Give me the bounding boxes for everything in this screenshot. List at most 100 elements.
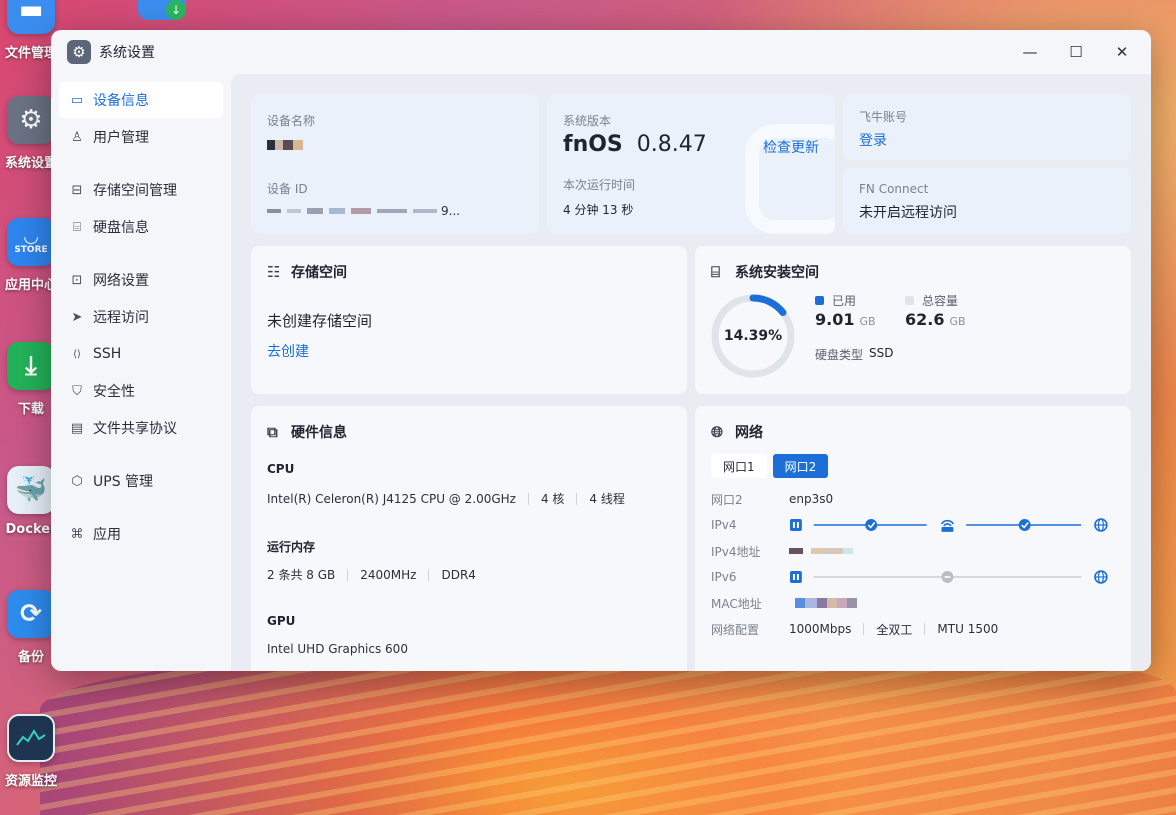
sidebar-item-disk-info[interactable]: ⌸ 硬盘信息	[59, 209, 223, 245]
total-swatch	[905, 296, 914, 305]
cpu-heading: CPU	[267, 462, 295, 476]
router-icon	[941, 519, 955, 532]
login-link[interactable]: 登录	[859, 130, 887, 150]
disk-type-row: 硬盘类型 SSD	[815, 346, 894, 363]
hardware-card: ⧉ 硬件信息 CPU Intel(R) Celeron(R) J4125 CPU…	[251, 406, 687, 671]
ipv4-label: IPv4	[711, 518, 737, 532]
code-icon: ⟨⟩	[73, 348, 81, 360]
sidebar-item-label: 文件共享协议	[93, 421, 177, 437]
title-bar[interactable]: ⚙ 系统设置 — ☐ ✕	[51, 30, 1151, 74]
used-unit: GB	[859, 315, 876, 328]
hardware-icon: ⧉	[267, 423, 278, 441]
download-icon: ⤓	[7, 342, 55, 390]
disk-icon: ⌸	[73, 219, 81, 235]
sidebar-item-device-info[interactable]: ▭ 设备信息	[59, 82, 223, 118]
ipv4-address-redacted	[789, 548, 853, 554]
gpu-heading: GPU	[267, 614, 296, 628]
window-title: 系统设置	[99, 45, 155, 61]
store-tile-text: STORE	[14, 245, 48, 255]
fn-connect-value: 未开启远程访问	[859, 205, 957, 221]
ipv4-address-label: IPv4地址	[711, 544, 761, 559]
user-icon: ♙	[71, 129, 83, 145]
close-button[interactable]: ✕	[1099, 36, 1145, 68]
iface-row: 网口2 enp3s0	[711, 489, 1115, 509]
os-name: fnOS	[563, 132, 623, 157]
sidebar-item-ups[interactable]: ⬡ UPS 管理	[59, 463, 223, 499]
send-icon: ➤	[71, 309, 83, 325]
memory-size: 2 条共 8 GB	[267, 568, 336, 582]
memory-row: 2 条共 8 GB 2400MHz DDR4	[267, 566, 476, 583]
check-update-link[interactable]: 检查更新	[763, 137, 819, 157]
total-unit: GB	[949, 315, 966, 328]
check-icon	[865, 519, 878, 531]
network-port-tabs: 网口1 网口2	[711, 454, 829, 478]
cpu-row: Intel(R) Celeron(R) J4125 CPU @ 2.00GHz …	[267, 490, 625, 507]
gear-icon: ⚙	[7, 96, 55, 144]
device-id-label: 设备 ID	[267, 182, 308, 196]
storage-card: ☷ 存储空间 未创建存储空间 去创建	[251, 246, 687, 394]
maximize-button[interactable]: ☐	[1053, 36, 1099, 68]
tab-port-2[interactable]: 网口2	[772, 454, 829, 478]
cpu-threads: 4 线程	[589, 492, 625, 506]
desktop-icon-resource-monitor[interactable]: 资源监控	[0, 714, 71, 789]
mac-label: MAC地址	[711, 596, 762, 611]
duplex-mode: 全双工	[876, 622, 913, 637]
storage-empty-text: 未创建存储空间	[267, 312, 373, 330]
hardware-title-text: 硬件信息	[291, 425, 347, 441]
monitor-chart-icon	[7, 714, 55, 762]
network-config-values: 1000Mbps 全双工 MTU 1500	[789, 621, 998, 638]
iface-value: enp3s0	[789, 492, 834, 506]
memory-type: DDR4	[441, 567, 476, 582]
sidebar-item-storage-management[interactable]: ⊟ 存储空间管理	[59, 172, 223, 208]
sidebar-item-ssh[interactable]: ⟨⟩ SSH	[59, 336, 223, 372]
server-icon: ☷	[267, 263, 281, 281]
desktop-icon-download-manager[interactable]: ↓	[138, 0, 186, 20]
hardware-title: ⧉ 硬件信息	[267, 422, 347, 442]
total-label: 总容量	[922, 294, 959, 308]
total-legend: 总容量	[905, 292, 958, 309]
sidebar-item-label: 应用	[93, 527, 121, 543]
os-version: 0.8.47	[636, 132, 707, 157]
link-speed: 1000Mbps	[789, 622, 852, 636]
sidebar-item-apps[interactable]: ⌘ 应用	[59, 516, 223, 552]
monitor-icon: ▭	[70, 92, 84, 108]
file-icon: ▤	[70, 420, 84, 436]
sidebar-item-label: 硬盘信息	[93, 220, 149, 236]
device-id-value: 9...	[267, 204, 460, 218]
network-icon: ⊡	[71, 272, 83, 288]
memory-speed: 2400MHz	[360, 567, 417, 582]
tab-port-1[interactable]: 网口1	[711, 454, 767, 478]
cpu-cores: 4 核	[540, 492, 565, 506]
used-value-row: 9.01 GB	[815, 310, 876, 329]
create-storage-link[interactable]: 去创建	[267, 341, 309, 361]
shield-icon: ⛉	[72, 383, 82, 399]
sidebar-item-user-management[interactable]: ♙ 用户管理	[59, 119, 223, 155]
fn-connect-card: FN Connect 未开启远程访问	[843, 168, 1131, 234]
sidebar-item-label: 设备信息	[93, 93, 149, 109]
settings-window: ⚙ 系统设置 — ☐ ✕ ▭ 设备信息 ♙ 用户管理 ⊟ 存储空间管理 ⌸ 硬盘…	[51, 30, 1151, 671]
download-badge-icon: ↓	[166, 0, 186, 20]
sidebar-item-file-sharing[interactable]: ▤ 文件共享协议	[59, 410, 223, 446]
store-icon: ◡ STORE	[7, 218, 55, 266]
ipv4-row: IPv4	[711, 515, 1115, 535]
install-space-title-text: 系统安装空间	[735, 265, 819, 281]
device-name-label: 设备名称	[267, 114, 316, 128]
used-swatch	[815, 296, 824, 305]
iface-label: 网口2	[711, 492, 743, 507]
uptime-label: 本次运行时间	[563, 178, 636, 192]
ipv4-address-row: IPv4地址	[711, 541, 1115, 561]
sidebar-item-security[interactable]: ⛉ 安全性	[59, 373, 223, 409]
gpu-model: Intel UHD Graphics 600	[267, 642, 408, 656]
desktop-icon-label: 资源监控	[4, 774, 57, 789]
disk-icon: ⌸	[711, 263, 721, 281]
total-value-row: 62.6 GB	[905, 310, 966, 329]
sidebar-item-remote-access[interactable]: ➤ 远程访问	[59, 299, 223, 335]
cpu-model: Intel(R) Celeron(R) J4125 CPU @ 2.00GHz	[267, 491, 516, 506]
disk-type-label: 硬盘类型	[815, 348, 864, 362]
sidebar-item-network-settings[interactable]: ⊡ 网络设置	[59, 262, 223, 298]
install-space-title: ⌸ 系统安装空间	[711, 262, 819, 282]
mac-row: MAC地址	[711, 593, 1115, 613]
minimize-button[interactable]: —	[1007, 36, 1053, 68]
sidebar-item-label: 用户管理	[93, 130, 149, 146]
ipv6-topology	[790, 570, 1108, 584]
